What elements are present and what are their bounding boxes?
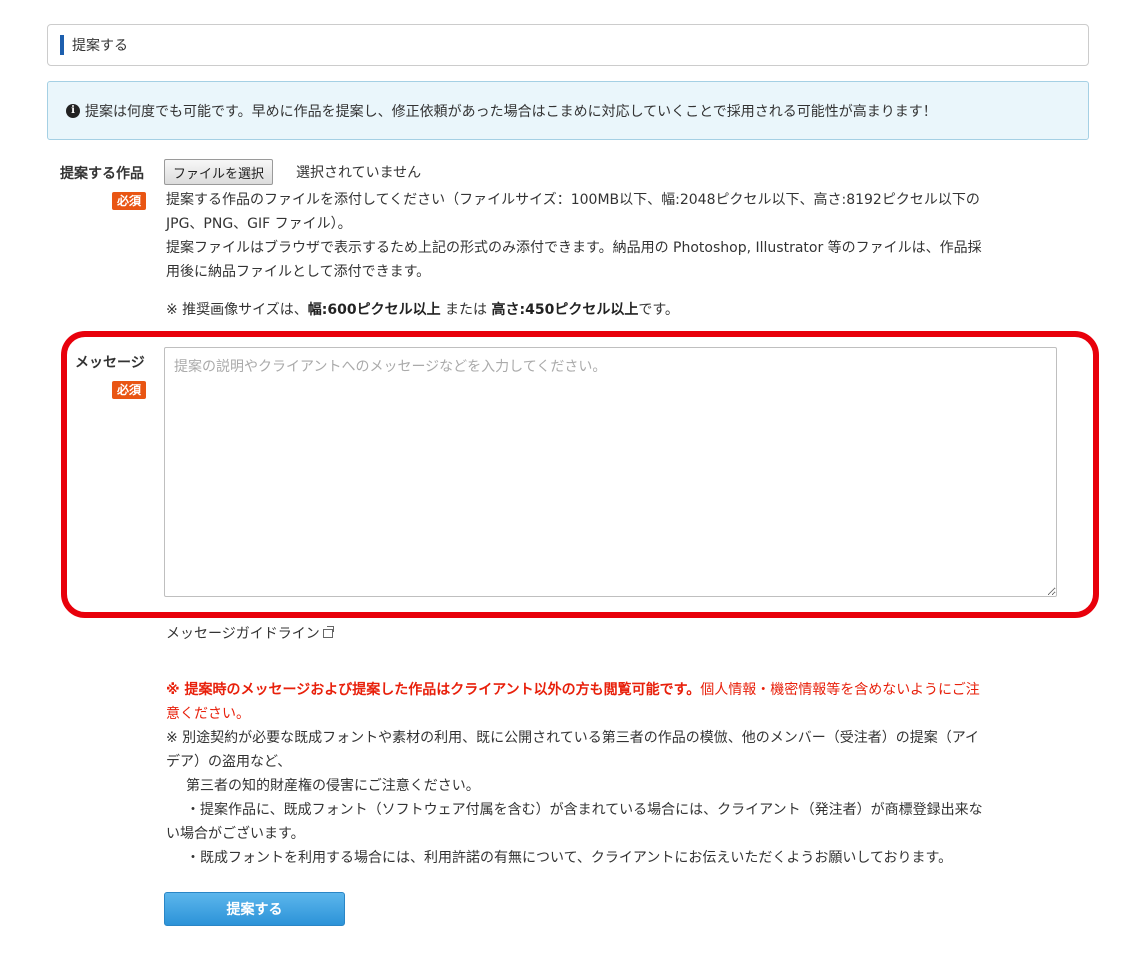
file-help-line: JPG、PNG、GIF ファイル）。 [166, 216, 352, 232]
file-required-badge: 必須 [112, 192, 147, 210]
warnings-block: ※ 提案時のメッセージおよび提案した作品はクライアント以外の方も閲覧可能です。個… [166, 678, 1081, 870]
section-header: 提案する [47, 24, 1089, 66]
font-warning-line: ・提案作品に、既成フォント（ソフトウェア付属を含む）が含まれている場合には、クラ… [186, 802, 983, 818]
file-help-line: 提案ファイルはブラウザで表示するため上記の形式のみ添付できます。納品用の Pho… [166, 240, 982, 256]
guideline-link-text: メッセージガイドライン [166, 626, 320, 642]
file-help-line: 提案する作品のファイルを添付してください（ファイルサイズ：100MB以下、幅:2… [166, 192, 980, 208]
message-textarea[interactable] [164, 347, 1057, 597]
file-select-button[interactable]: ファイルを選択 [164, 159, 274, 185]
privacy-warning-bold: ※ 提案時のメッセージおよび提案した作品はクライアント以外の方も閲覧可能です。 [166, 682, 701, 698]
external-link-icon [322, 626, 334, 638]
file-help-text: 提案する作品のファイルを添付してください（ファイルサイズ：100MB以下、幅:2… [166, 188, 1081, 284]
ip-warning-line: デア）の盗用など、 [166, 754, 292, 770]
recommended-size-note: ※ 推奨画像サイズは、幅:600ピクセル以上 または 高さ:450ピクセル以上で… [166, 299, 679, 319]
font-warning-line: い場合がございます。 [166, 826, 305, 842]
font-warning-line: ・既成フォントを利用する場合には、利用許諾の有無について、クライアントにお伝えい… [186, 850, 953, 866]
info-alert: i 提案は何度でも可能です。早めに作品を提案し、修正依頼があった場合はこまめに対… [47, 81, 1089, 140]
ip-warning-line: 第三者の知的財産権の侵害にご注意ください。 [186, 778, 480, 794]
privacy-warning: ※ 提案時のメッセージおよび提案した作品はクライアント以外の方も閲覧可能です。個… [166, 678, 1081, 702]
ip-warning-line: ※ 別途契約が必要な既成フォントや素材の利用、既に公開されている第三者の作品の模… [166, 730, 980, 746]
file-field-label: 提案する作品 [60, 166, 144, 182]
info-text: 提案は何度でも可能です。早めに作品を提案し、修正依頼があった場合はこまめに対応し… [85, 103, 937, 120]
section-accent-bar [60, 35, 64, 55]
message-required-badge: 必須 [112, 381, 147, 399]
note-suffix: です。 [638, 302, 679, 318]
submit-button[interactable]: 提案する [164, 892, 345, 926]
file-help-line: 用後に納品ファイルとして添付できます。 [166, 264, 431, 280]
info-icon: i [66, 103, 80, 118]
note-width: 幅:600ピクセル以上 [307, 302, 441, 318]
section-title: 提案する [72, 38, 128, 54]
note-height: 高さ:450ピクセル以上 [491, 302, 639, 318]
note-or: または [440, 302, 492, 318]
file-status: 選択されていません [296, 165, 422, 181]
message-guideline-link[interactable]: メッセージガイドライン [166, 623, 334, 643]
note-prefix: ※ 推奨画像サイズは、 [166, 302, 308, 318]
message-field-label: メッセージ [75, 355, 145, 371]
privacy-warning-cont: 意ください。 [166, 706, 250, 722]
privacy-warning-text: 個人情報・機密情報等を含めないようにご注 [700, 682, 980, 698]
